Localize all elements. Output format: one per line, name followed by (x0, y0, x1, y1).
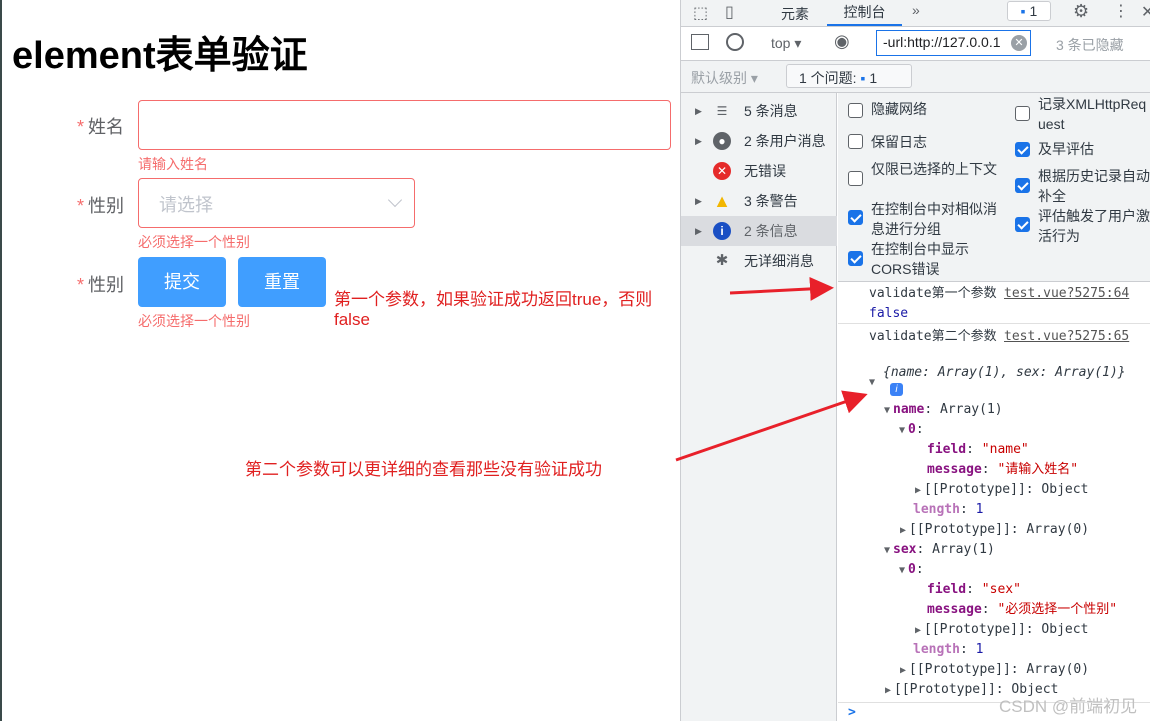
user-activation-checkbox[interactable] (1015, 217, 1030, 232)
level-toolbar: 默认级别 ▾ 1 个问题: ▪ 1 (681, 61, 1150, 93)
group-similar-checkbox[interactable] (848, 210, 863, 225)
log-xhr-checkbox[interactable] (1015, 106, 1030, 121)
console-toolbar: top ▾ ◉ -url:http://127.0.0.1 ✕ 3 条已隐藏 (681, 27, 1150, 61)
sex-error: 必须选择一个性别 (138, 234, 250, 250)
name-label: * 姓名 (76, 117, 124, 137)
user-icon: ● (713, 132, 731, 150)
message-icon: ▪ (860, 70, 866, 86)
tree-field: field: "name" (927, 442, 1029, 457)
chevron-down-icon (387, 192, 403, 208)
source-link[interactable]: test.vue?5275:64 (1004, 284, 1129, 304)
eye-icon[interactable]: ◉ (834, 31, 850, 52)
name-input[interactable] (138, 100, 671, 150)
page: element表单验证 * 姓名 请输入姓名 * 性别 请选择 必须选择一个性别 *… (0, 0, 680, 721)
tree-field: field: "sex" (927, 582, 1021, 597)
sidebar-item-errors[interactable]: ✕ 无错误 (681, 156, 837, 186)
more-tabs-icon[interactable]: » (912, 2, 920, 18)
tree-name-0[interactable]: ▼ 0: (899, 420, 924, 441)
third-error: 必须选择一个性别 (138, 313, 250, 329)
tab-elements[interactable]: 元素 (781, 4, 809, 24)
device-icon[interactable]: ▯ (725, 2, 734, 22)
watermark: CSDN @前端初见 (999, 697, 1138, 716)
expand-icon: ▶ (695, 106, 702, 116)
autocomplete-history-checkbox[interactable] (1015, 178, 1030, 193)
error-icon: ✕ (713, 162, 731, 180)
devtools-panel: ⬚ ▯ 元素 控制台 » ▪ 1 ⚙ ⋮ ✕ top ▾ ◉ -url:http… (680, 0, 1150, 721)
sex-label: * 性别 (76, 196, 124, 216)
name-error: 请输入姓名 (138, 156, 208, 172)
console-settings: 隐藏网络 保留日志 仅限已选择的上下文 在控制台中对相似消息进行分组 在控制台中… (838, 93, 1150, 282)
sidebar-item-user-messages[interactable]: ▶ ● 2 条用户消息 (681, 126, 837, 156)
sidebar-item-warnings[interactable]: ▶ ▲ 3 条警告 (681, 186, 837, 216)
gear-icon[interactable]: ⚙ (1073, 1, 1089, 22)
filter-input[interactable]: -url:http://127.0.0.1 ✕ (876, 30, 1031, 56)
console-output: validate第一个参数 false test.vue?5275:64 val… (838, 283, 1150, 721)
tree-proto[interactable]: ▶ [[Prototype]]: Array(0) (900, 520, 1089, 541)
show-cors-checkbox[interactable] (848, 251, 863, 266)
tree-length: length: 1 (913, 502, 984, 517)
bug-icon: ✱ (715, 252, 729, 269)
clear-console-icon[interactable] (726, 33, 744, 51)
tree-proto[interactable]: ▶ [[Prototype]]: Array(0) (900, 660, 1089, 681)
warning-icon: ▲ (713, 191, 731, 211)
info-icon: i (890, 383, 903, 396)
kebab-menu-icon[interactable]: ⋮ (1113, 1, 1129, 21)
object-summary[interactable]: ▼ {name: Array(1), sex: Array(1)} (869, 363, 1126, 388)
message-icon: ▪ (1020, 3, 1026, 19)
issues-button[interactable]: ▪ 1 (1007, 1, 1051, 21)
annotation-second-param: 第二个参数可以更详细的查看那些没有验证成功 (245, 460, 602, 479)
message-text: validate第二个参数 (869, 329, 997, 344)
console-message: validate第一个参数 false test.vue?5275:64 (838, 283, 1150, 324)
buttons-label: * 性别 (76, 275, 124, 295)
expand-icon: ▶ (695, 136, 702, 146)
tree-sex[interactable]: ▼ sex: Array(1) (884, 540, 995, 561)
level-select[interactable]: 默认级别 ▾ (691, 68, 758, 88)
page-title: element表单验证 (12, 35, 308, 77)
close-icon[interactable]: ✕ (1141, 2, 1150, 22)
hide-network-checkbox[interactable] (848, 103, 863, 118)
console-sidebar: ▶ ☰ 5 条消息 ▶ ● 2 条用户消息 ✕ 无错误 ▶ ▲ 3 条警告 ▶ i 2 条信息 ✱… (681, 93, 837, 721)
sex-placeholder: 请选择 (159, 195, 213, 215)
reset-button[interactable]: 重置 (238, 257, 326, 307)
tree-message: message: "必须选择一个性别" (927, 602, 1118, 617)
expand-icon: ▶ (695, 226, 702, 236)
tab-console[interactable]: 控制台 (827, 0, 902, 26)
tree-sex-0[interactable]: ▼ 0: (899, 560, 924, 581)
hidden-count: 3 条已隐藏 (1056, 37, 1124, 53)
selected-context-checkbox[interactable] (848, 171, 863, 186)
tree-proto[interactable]: ▶ [[Prototype]]: Object (915, 620, 1088, 641)
tree-length: length: 1 (913, 642, 984, 657)
message-text: validate第一个参数 false (869, 286, 997, 321)
sex-select[interactable]: 请选择 (138, 178, 415, 228)
annotation-first-param: 第一个参数，如果验证成功返回true，否则false (334, 290, 653, 329)
clear-filter-icon[interactable]: ✕ (1011, 35, 1027, 51)
expand-icon: ▶ (695, 196, 702, 206)
source-link[interactable]: test.vue?5275:65 (1004, 327, 1129, 347)
eager-eval-checkbox[interactable] (1015, 142, 1030, 157)
sidebar-toggle-icon[interactable] (691, 34, 709, 50)
issues-count-button[interactable]: 1 个问题: ▪ 1 (786, 64, 912, 88)
sidebar-item-verbose[interactable]: ✱ 无详细消息 (681, 246, 837, 276)
inspect-icon[interactable]: ⬚ (693, 3, 708, 23)
sidebar-item-messages[interactable]: ▶ ☰ 5 条消息 (681, 96, 837, 126)
tree-proto[interactable]: ▶ [[Prototype]]: Object (915, 480, 1088, 501)
context-select[interactable]: top ▾ (771, 35, 801, 52)
info-icon: i (713, 222, 731, 240)
preserve-log-checkbox[interactable] (848, 134, 863, 149)
devtools-tabbar: ⬚ ▯ 元素 控制台 » ▪ 1 ⚙ ⋮ ✕ (681, 0, 1150, 27)
sidebar-item-info[interactable]: ▶ i 2 条信息 (681, 216, 837, 246)
submit-button[interactable]: 提交 (138, 257, 226, 307)
tree-message: message: "请输入姓名" (927, 462, 1079, 477)
tree-name[interactable]: ▼ name: Array(1) (884, 400, 1003, 421)
list-icon: ☰ (716, 104, 728, 118)
